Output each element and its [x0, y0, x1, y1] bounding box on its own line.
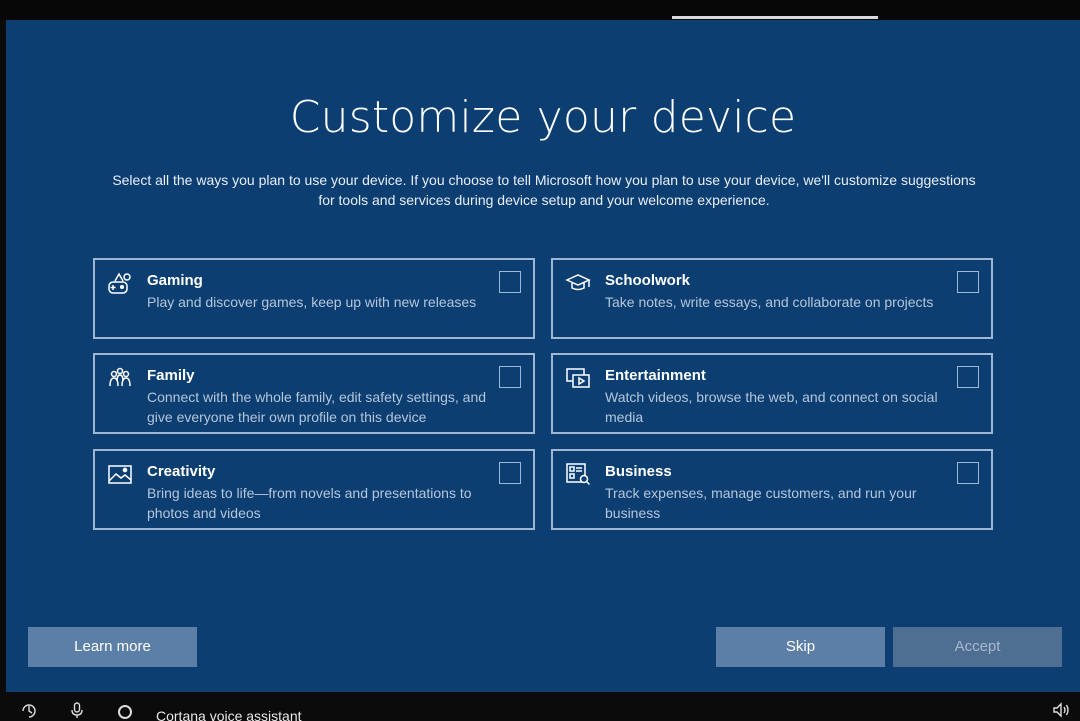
checkbox-business[interactable] — [957, 462, 979, 484]
card-entertainment[interactable]: Entertainment Watch videos, browse the w… — [551, 353, 993, 434]
checkbox-family[interactable] — [499, 366, 521, 388]
checkbox-schoolwork[interactable] — [957, 271, 979, 293]
microphone-icon[interactable] — [68, 701, 86, 719]
entertainment-icon — [565, 365, 591, 391]
oobe-screen: Customize your device Select all the way… — [0, 0, 1080, 721]
card-gaming[interactable]: Gaming Play and discover games, keep up … — [93, 258, 535, 339]
active-section-indicator — [672, 16, 878, 19]
learn-more-button[interactable]: Learn more — [28, 627, 197, 667]
page-title: Customize your device — [289, 92, 797, 143]
card-family[interactable]: Family Connect with the whole family, ed… — [93, 353, 535, 434]
card-description: Bring ideas to life—from novels and pres… — [147, 485, 472, 521]
creativity-icon — [107, 461, 133, 487]
taskbar: Cortana voice assistant — [0, 692, 1080, 721]
card-title: Creativity — [147, 463, 216, 480]
business-icon — [565, 461, 591, 487]
card-business[interactable]: Business Track expenses, manage customer… — [551, 449, 993, 530]
accept-button[interactable]: Accept — [893, 627, 1062, 667]
top-bar — [0, 0, 1080, 20]
card-title: Family — [147, 367, 195, 384]
gaming-icon — [107, 270, 133, 296]
checkbox-creativity[interactable] — [499, 462, 521, 484]
card-description: Watch videos, browse the web, and connec… — [605, 389, 938, 425]
card-description: Play and discover games, keep up with ne… — [147, 294, 477, 310]
card-title: Business — [605, 463, 672, 480]
checkbox-entertainment[interactable] — [957, 366, 979, 388]
skip-button[interactable]: Skip — [716, 627, 885, 667]
card-description: Take notes, write essays, and collaborat… — [605, 294, 934, 310]
family-icon — [107, 365, 133, 391]
cortana-label[interactable]: Cortana voice assistant — [156, 708, 302, 721]
page-subtitle: Select all the ways you plan to use your… — [112, 172, 976, 208]
card-title: Schoolwork — [605, 272, 691, 289]
schoolwork-icon — [565, 270, 591, 296]
card-creativity[interactable]: Creativity Bring ideas to life—from nove… — [93, 449, 535, 530]
cortana-icon[interactable] — [116, 701, 134, 719]
card-description: Connect with the whole family, edit safe… — [147, 389, 487, 425]
card-title: Entertainment — [605, 367, 706, 384]
checkbox-gaming[interactable] — [499, 271, 521, 293]
card-description: Track expenses, manage customers, and ru… — [605, 485, 917, 521]
card-schoolwork[interactable]: Schoolwork Take notes, write essays, and… — [551, 258, 993, 339]
ease-of-access-icon[interactable] — [20, 701, 38, 719]
setup-panel: Customize your device Select all the way… — [6, 20, 1080, 692]
volume-icon[interactable] — [1052, 701, 1070, 719]
card-title: Gaming — [147, 272, 203, 289]
